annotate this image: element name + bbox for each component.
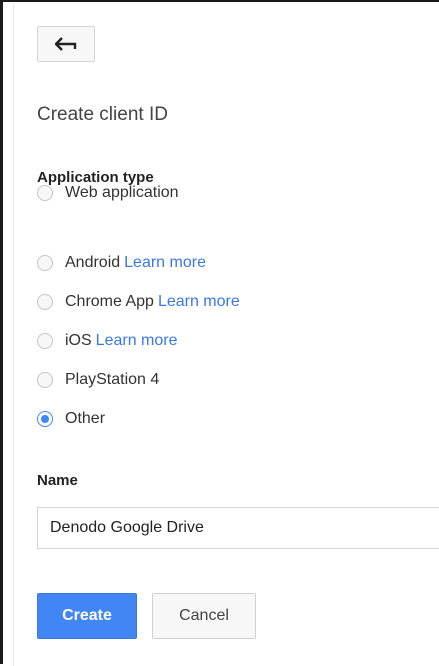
radio-button[interactable] — [37, 372, 53, 388]
radio-label: PlayStation 4 — [65, 371, 160, 388]
radio-web-application[interactable]: Web application — [37, 180, 179, 206]
radio-button[interactable] — [37, 255, 53, 271]
cancel-button[interactable]: Cancel — [152, 593, 256, 639]
arrow-left-icon — [55, 37, 77, 51]
radio-label: Web application — [65, 184, 179, 201]
radio-android[interactable]: Android Learn more — [37, 250, 206, 276]
learn-more-link[interactable]: Learn more — [158, 293, 240, 311]
create-button[interactable]: Create — [37, 593, 137, 639]
radio-button[interactable] — [37, 185, 53, 201]
name-label: Name — [37, 472, 78, 489]
radio-ios[interactable]: iOS Learn more — [37, 328, 178, 354]
radio-label: Chrome App — [65, 293, 154, 310]
radio-button[interactable] — [37, 333, 53, 349]
radio-chrome-app[interactable]: Chrome App Learn more — [37, 289, 240, 315]
radio-label: Android — [65, 254, 121, 271]
radio-playstation-4[interactable]: PlayStation 4 — [37, 367, 159, 393]
learn-more-link[interactable]: Learn more — [124, 254, 206, 272]
radio-button-selected[interactable] — [37, 411, 53, 427]
radio-label: iOS — [65, 332, 92, 349]
radio-button[interactable] — [37, 294, 53, 310]
page-title: Create client ID — [37, 104, 168, 125]
back-button[interactable] — [37, 26, 95, 62]
radio-other[interactable]: Other — [37, 406, 105, 432]
name-input[interactable] — [37, 507, 439, 549]
learn-more-link[interactable]: Learn more — [96, 332, 178, 350]
radio-label: Other — [65, 410, 106, 427]
